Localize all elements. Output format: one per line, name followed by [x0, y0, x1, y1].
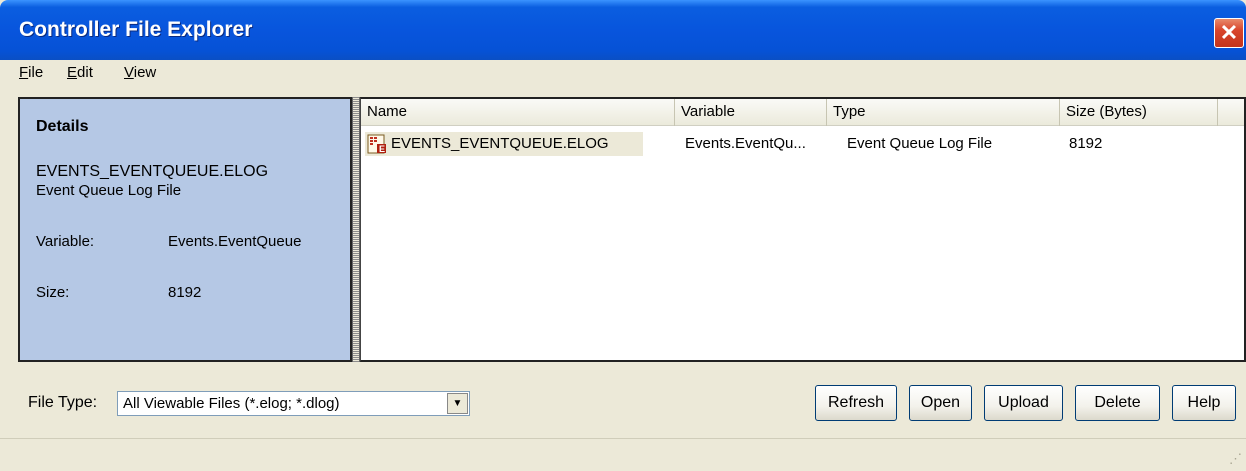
close-button[interactable]: ✕	[1214, 18, 1244, 48]
details-panel: Details EVENTS_EVENTQUEUE.ELOG Event Que…	[18, 97, 352, 362]
title-bar[interactable]: Controller File Explorer ✕	[0, 0, 1246, 60]
svg-text:E: E	[379, 144, 385, 154]
file-size: 8192	[1069, 135, 1103, 152]
panel-splitter[interactable]	[352, 97, 360, 362]
menu-view[interactable]: View	[124, 64, 156, 81]
upload-button[interactable]: Upload	[984, 385, 1063, 421]
menu-bar: File Edit View	[0, 60, 1246, 90]
refresh-button[interactable]: Refresh	[815, 385, 897, 421]
details-file-name: EVENTS_EVENTQUEUE.ELOG	[36, 163, 269, 180]
help-button[interactable]: Help	[1172, 385, 1236, 421]
details-size-value: 8192	[168, 284, 202, 301]
details-size-label: Size:	[36, 284, 70, 301]
details-heading: Details	[36, 118, 89, 135]
delete-button[interactable]: Delete	[1075, 385, 1160, 421]
file-variable: Events.EventQu...	[685, 135, 806, 152]
file-type-label: File Type:	[28, 394, 98, 411]
selected-name-cell[interactable]: E EVENTS_EVENTQUEUE.ELOG	[365, 132, 643, 156]
dropdown-arrow-icon[interactable]: ▼	[447, 393, 468, 414]
file-name: EVENTS_EVENTQUEUE.ELOG	[391, 135, 609, 152]
open-button[interactable]: Open	[909, 385, 972, 421]
resize-grip-icon[interactable]: ⋰	[1229, 451, 1242, 467]
menu-file[interactable]: File	[19, 64, 43, 81]
details-file-type: Event Queue Log File	[36, 182, 182, 199]
column-header-name[interactable]: Name	[361, 99, 675, 126]
file-type-value: All Viewable Files (*.elog; *.dlog)	[123, 395, 340, 412]
column-header-size[interactable]: Size (Bytes)	[1060, 99, 1218, 126]
menu-edit[interactable]: Edit	[67, 64, 93, 81]
window-title: Controller File Explorer	[19, 18, 253, 41]
status-bar: ⋰	[0, 438, 1246, 471]
elog-file-icon: E	[367, 134, 386, 154]
column-header-type[interactable]: Type	[827, 99, 1060, 126]
details-variable-value: Events.EventQueue	[168, 233, 302, 250]
details-variable-label: Variable:	[36, 233, 95, 250]
list-header: Name Variable Type Size (Bytes)	[361, 99, 1244, 126]
column-header-variable[interactable]: Variable	[675, 99, 827, 126]
table-row[interactable]: E EVENTS_EVENTQUEUE.ELOG Events.EventQu.…	[361, 132, 1244, 158]
bottom-bar: File Type: All Viewable Files (*.elog; *…	[0, 370, 1246, 435]
file-list[interactable]: Name Variable Type Size (Bytes) E EVENTS…	[360, 97, 1246, 362]
file-type: Event Queue Log File	[847, 135, 993, 152]
close-icon: ✕	[1219, 20, 1239, 45]
file-type-select[interactable]: All Viewable Files (*.elog; *.dlog) ▼	[117, 391, 470, 416]
